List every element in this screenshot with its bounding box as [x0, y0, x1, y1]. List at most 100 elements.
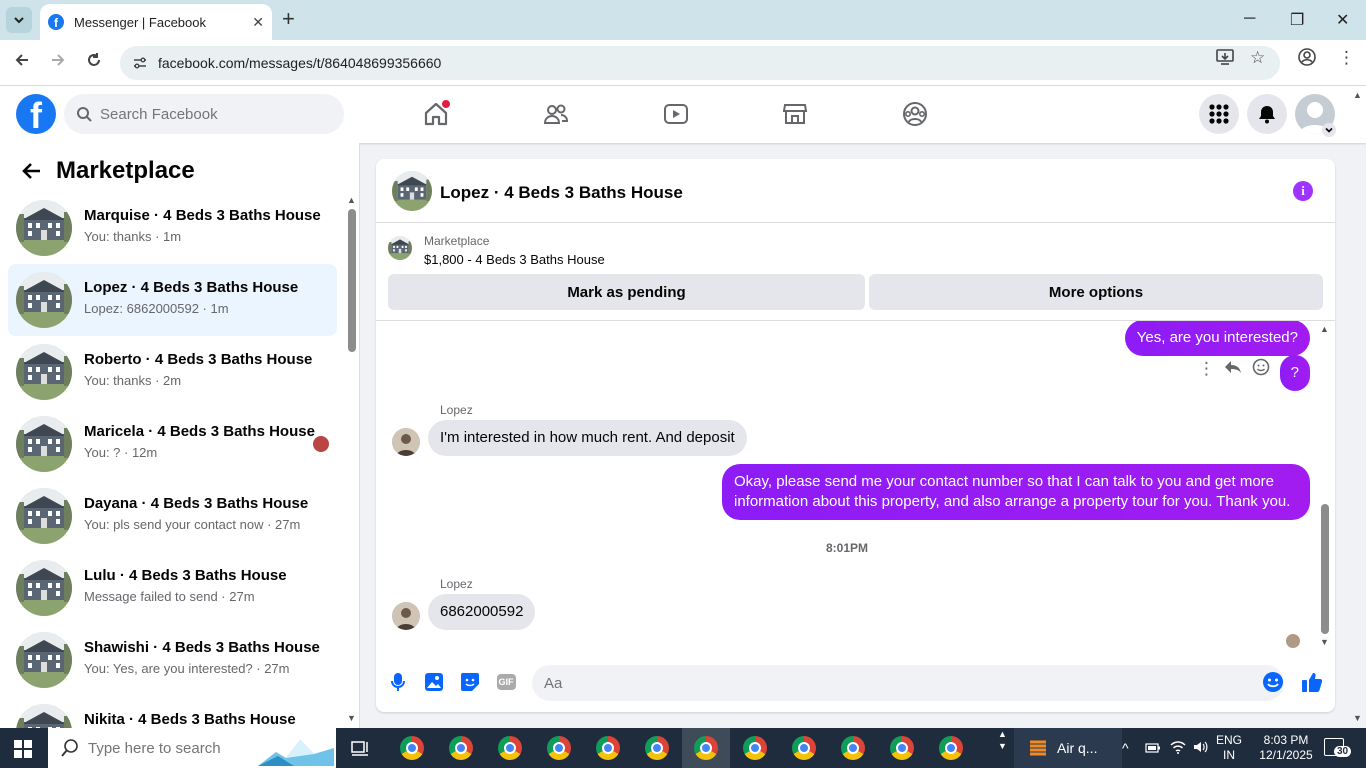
conversation-item-marquise[interactable]: Marquise · 4 Beds 3 Baths House You: tha…	[8, 192, 337, 264]
nav-video[interactable]	[660, 98, 692, 130]
outgoing-message[interactable]: ?	[1279, 355, 1310, 391]
conversation-name: Roberto · 4 Beds 3 Baths House	[84, 351, 313, 368]
back-icon[interactable]	[14, 52, 30, 73]
page-scroll-down-icon[interactable]: ▼	[1353, 713, 1362, 723]
conversation-item-maricela[interactable]: Maricela · 4 Beds 3 Baths House You: ? ·…	[8, 408, 337, 480]
account-chevron-icon[interactable]	[1322, 123, 1336, 137]
taskbar-search-input[interactable]	[88, 739, 268, 757]
close-window-icon[interactable]: ✕	[1336, 10, 1349, 30]
restore-icon[interactable]: ❐	[1290, 10, 1304, 30]
notifications-button[interactable]	[1247, 94, 1287, 134]
back-arrow-icon[interactable]	[22, 161, 42, 181]
facebook-logo-icon[interactable]: f	[16, 94, 56, 134]
profile-icon[interactable]	[1298, 48, 1316, 71]
scroll-up-arrow-icon[interactable]: ▲	[347, 195, 356, 205]
chat-title[interactable]: Lopez · 4 Beds 3 Baths House	[440, 183, 683, 203]
clock[interactable]: 8:03 PM 12/1/2025	[1255, 733, 1317, 763]
outgoing-message[interactable]: Yes, are you interested?	[1124, 321, 1310, 356]
contact-avatar[interactable]	[392, 428, 420, 456]
battery-icon[interactable]	[1145, 741, 1161, 759]
conversation-preview: Lopez: 6862000592 · 1m	[84, 301, 229, 316]
taskbar-chrome-6[interactable]	[643, 734, 671, 762]
photo-icon[interactable]	[423, 671, 445, 693]
address-bar-row: facebook.com/messages/t/864048699356660 …	[0, 40, 1366, 86]
show-hidden-icons[interactable]: ^	[1122, 740, 1129, 756]
taskbar-chrome-12[interactable]	[937, 734, 965, 762]
nav-home[interactable]	[420, 98, 452, 130]
thread-scroll-up-icon[interactable]: ▲	[1320, 324, 1329, 334]
more-options-button[interactable]: More options	[869, 274, 1323, 310]
bookmark-star-icon[interactable]: ☆	[1250, 48, 1265, 68]
taskbar-chrome-9[interactable]	[790, 734, 818, 762]
page-scroll-up-icon[interactable]: ▲	[1353, 90, 1362, 100]
gif-icon[interactable]: GIF	[495, 671, 517, 693]
taskbar-chrome-1[interactable]	[398, 734, 426, 762]
more-actions-icon[interactable]: ⋮	[1198, 359, 1215, 379]
conversation-item-lulu[interactable]: Lulu · 4 Beds 3 Baths House Message fail…	[8, 552, 337, 624]
new-tab-button[interactable]: +	[282, 8, 295, 30]
microphone-icon[interactable]	[387, 671, 409, 693]
conversation-item-dayana[interactable]: Dayana · 4 Beds 3 Baths House You: pls s…	[8, 480, 337, 552]
taskbar-chrome-8[interactable]	[741, 734, 769, 762]
conversation-item-shawishi[interactable]: Shawishi · 4 Beds 3 Baths House You: Yes…	[8, 624, 337, 696]
conversation-list-scrollbar[interactable]	[348, 209, 356, 352]
chrome-icon	[694, 736, 718, 760]
browser-menu-icon[interactable]: ⋮	[1338, 48, 1355, 68]
omnibox[interactable]: facebook.com/messages/t/864048699356660	[120, 46, 1280, 80]
seen-avatar	[313, 436, 329, 452]
contact-avatar[interactable]	[392, 602, 420, 630]
incoming-message[interactable]: I'm interested in how much rent. And dep…	[428, 420, 747, 456]
info-icon[interactable]: i	[1293, 181, 1313, 201]
thumbs-up-icon[interactable]	[1301, 671, 1323, 693]
video-icon	[664, 104, 688, 124]
chat-listing-thumbnail[interactable]	[392, 171, 432, 211]
windows-start-icon[interactable]	[14, 740, 32, 758]
thread-scroll-down-icon[interactable]: ▼	[1320, 637, 1329, 647]
taskbar-chrome-10[interactable]	[839, 734, 867, 762]
reply-icon[interactable]	[1224, 358, 1242, 381]
conversation-name: Maricela · 4 Beds 3 Baths House	[84, 423, 315, 440]
menu-button[interactable]	[1199, 94, 1239, 134]
nav-groups[interactable]	[899, 98, 931, 130]
thread-scrollbar[interactable]	[1321, 504, 1329, 634]
taskbar-search[interactable]	[48, 728, 336, 768]
mark-as-pending-button[interactable]: Mark as pending	[388, 274, 865, 310]
scroll-down-arrow-icon[interactable]: ▼	[347, 713, 356, 723]
conversation-item-nikita[interactable]: Nikita · 4 Beds 3 Baths House	[8, 696, 337, 728]
conversation-item-lopez[interactable]: Lopez · 4 Beds 3 Baths House Lopez: 6862…	[8, 264, 337, 336]
facebook-search-input[interactable]	[100, 105, 320, 123]
conversation-name: Lulu · 4 Beds 3 Baths House	[84, 567, 287, 584]
taskbar-chrome-active[interactable]	[682, 728, 730, 768]
taskbar-chrome-11[interactable]	[888, 734, 916, 762]
taskbar-overflow[interactable]: ▲ ▼	[998, 728, 1007, 752]
nav-friends[interactable]	[540, 98, 572, 130]
wifi-icon[interactable]	[1170, 739, 1186, 760]
browser-tab[interactable]: f Messenger | Facebook ✕	[40, 4, 272, 40]
tab-search-button[interactable]	[6, 7, 32, 33]
message-input[interactable]	[544, 674, 1224, 692]
taskbar-chrome-2[interactable]	[447, 734, 475, 762]
emoji-icon[interactable]	[1262, 671, 1284, 693]
weather-widget[interactable]: Air q...	[1014, 728, 1122, 768]
site-settings-icon[interactable]	[132, 55, 148, 71]
react-emoji-icon[interactable]	[1252, 358, 1270, 381]
conversation-item-roberto[interactable]: Roberto · 4 Beds 3 Baths House You: than…	[8, 336, 337, 408]
minimize-icon[interactable]: ─	[1244, 10, 1255, 28]
install-app-icon[interactable]	[1216, 48, 1234, 71]
taskbar-chrome-5[interactable]	[594, 734, 622, 762]
language-indicator[interactable]: ENG IN	[1216, 733, 1242, 763]
listing-price-title[interactable]: $1,800 - 4 Beds 3 Baths House	[424, 252, 605, 267]
forward-icon[interactable]	[50, 52, 66, 73]
incoming-message[interactable]: 6862000592	[428, 594, 536, 630]
message-input-box[interactable]	[532, 665, 1284, 701]
taskbar-chrome-4[interactable]	[545, 734, 573, 762]
volume-icon[interactable]	[1192, 739, 1208, 760]
reload-icon[interactable]	[86, 52, 102, 73]
sticker-icon[interactable]	[459, 671, 481, 693]
nav-marketplace[interactable]	[779, 98, 811, 130]
outgoing-message[interactable]: Okay, please send me your contact number…	[722, 464, 1310, 520]
task-view-icon[interactable]	[350, 738, 370, 763]
facebook-search[interactable]	[64, 94, 344, 134]
close-tab-icon[interactable]: ✕	[252, 14, 264, 31]
taskbar-chrome-3[interactable]	[496, 734, 524, 762]
